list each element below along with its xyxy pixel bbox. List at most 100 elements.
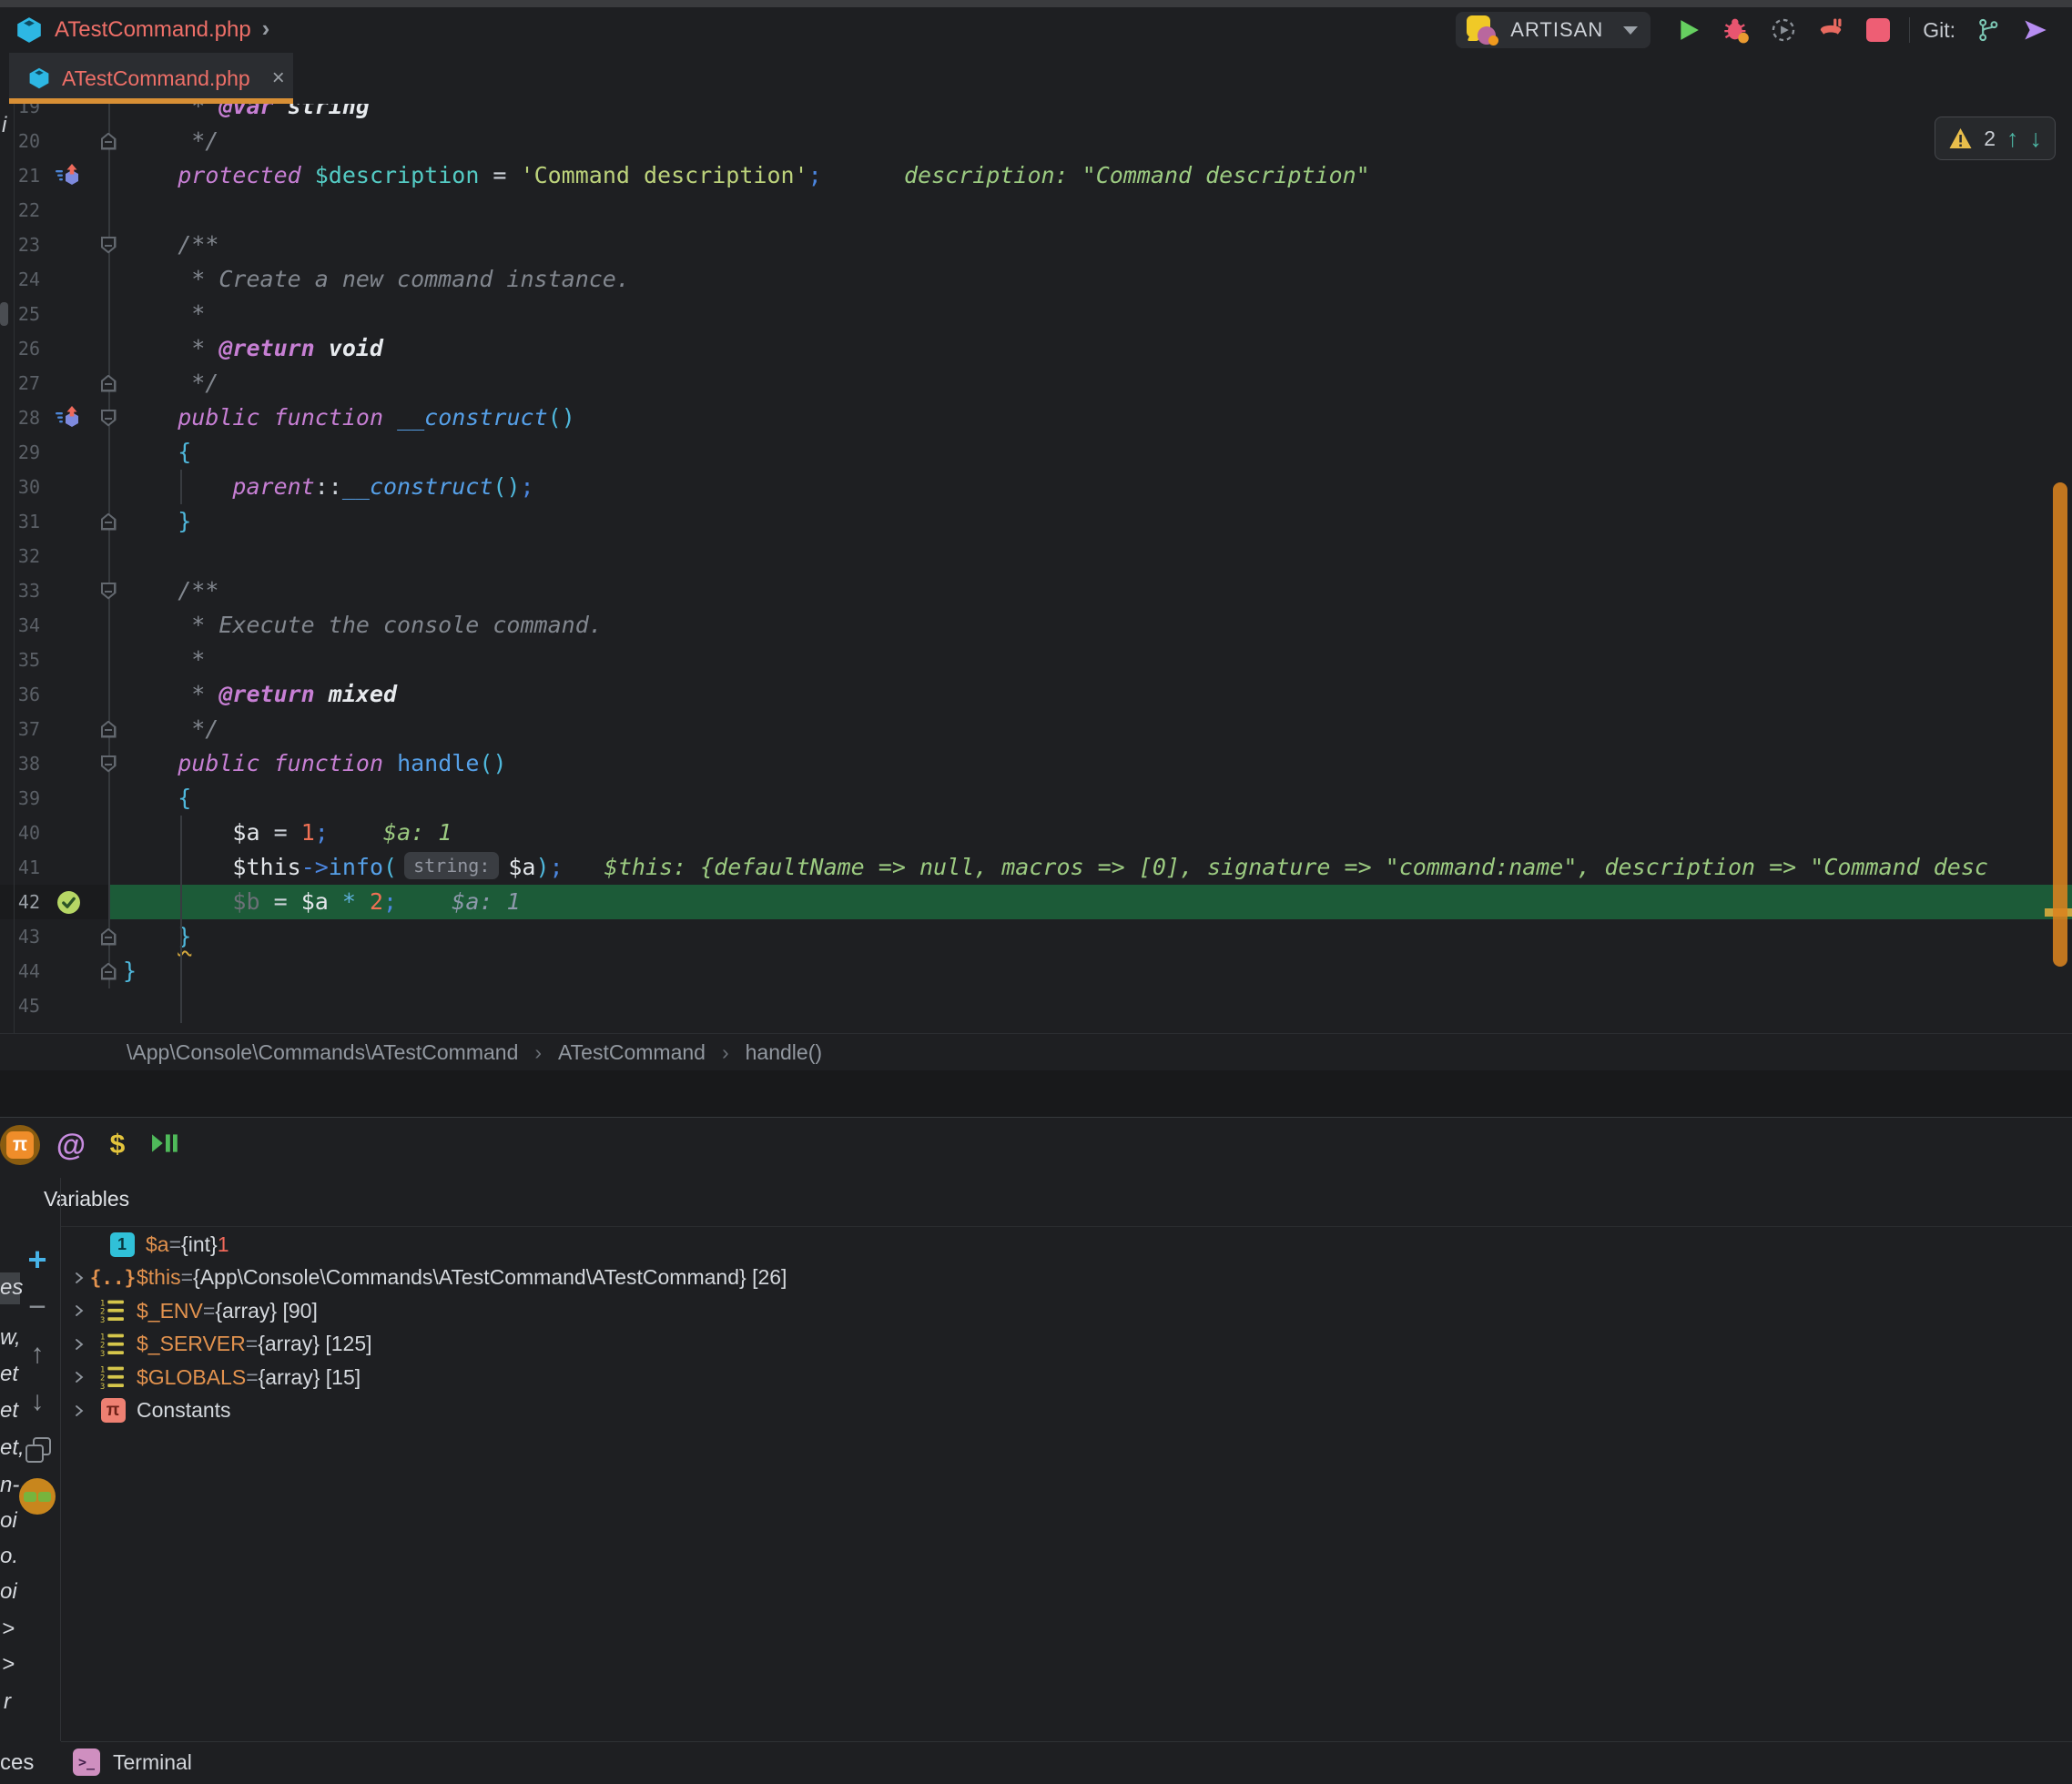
run-configuration-select[interactable]: ARTISAN (1456, 12, 1650, 48)
code-line[interactable]: 32 (0, 539, 2072, 573)
variable-row[interactable]: 1$a = {int} 1 (61, 1228, 2072, 1261)
push-commit-button[interactable] (2012, 12, 2059, 48)
code-line[interactable]: 22 (0, 193, 2072, 228)
breadcrumb-item[interactable]: handle() (746, 1040, 822, 1065)
code-line[interactable]: 35 * (0, 643, 2072, 677)
fold-marker-slot[interactable] (95, 746, 122, 781)
code-line[interactable]: 27 */ (0, 366, 2072, 400)
code-text[interactable]: } (123, 504, 2072, 539)
gutter-icon-slot[interactable] (51, 400, 86, 435)
code-text[interactable]: * @return mixed (123, 677, 2072, 712)
variable-row[interactable]: 123$_ENV = {array} [90] (61, 1294, 2072, 1327)
fold-marker-slot[interactable] (95, 712, 122, 746)
debug-button[interactable] (1712, 12, 1760, 48)
code-line[interactable]: 20 */ (0, 124, 2072, 158)
code-line[interactable]: 29 { (0, 435, 2072, 470)
show-watches-button[interactable] (15, 1473, 60, 1520)
code-text[interactable]: */ (123, 124, 2072, 158)
code-text[interactable]: $a = 1; $a: 1 (123, 816, 2072, 850)
chevron-right-icon[interactable] (72, 1404, 86, 1418)
at-filter-icon[interactable]: @ (47, 1128, 95, 1162)
code-text[interactable]: { (123, 781, 2072, 816)
code-text[interactable]: } (123, 919, 2072, 954)
scrollbar-thumb[interactable] (2053, 482, 2067, 967)
code-text[interactable]: */ (123, 712, 2072, 746)
chevron-right-icon[interactable] (72, 1271, 86, 1285)
variable-row[interactable]: πConstants (61, 1394, 2072, 1427)
tab-atestcommand[interactable]: ATestCommand.php × (9, 53, 293, 104)
code-line[interactable]: 26 * @return void (0, 331, 2072, 366)
phone-listen-debug-button[interactable] (1807, 12, 1854, 48)
laravel-gem-icon[interactable] (55, 162, 82, 189)
code-line[interactable]: 41 $this->info(string:$a); $this: {defau… (0, 850, 2072, 885)
code-line[interactable]: 21 protected $description = 'Command des… (0, 158, 2072, 193)
run-button[interactable] (1665, 12, 1712, 48)
code-line[interactable]: 40 $a = 1; $a: 1 (0, 816, 2072, 850)
code-line[interactable]: 38 public function handle() (0, 746, 2072, 781)
code-line[interactable]: 36 * @return mixed (0, 677, 2072, 712)
inspections-widget[interactable]: 2 ↑ ↓ (1935, 117, 2056, 160)
code-line[interactable]: 23 /** (0, 228, 2072, 262)
code-line[interactable]: 24 * Create a new command instance. (0, 262, 2072, 297)
breadcrumb-item[interactable]: ATestCommand (558, 1040, 706, 1065)
code-text[interactable]: */ (123, 366, 2072, 400)
code-text[interactable]: * (123, 297, 2072, 331)
code-text[interactable]: /** (123, 573, 2072, 608)
code-line[interactable]: 39 { (0, 781, 2072, 816)
variable-row[interactable]: 123$GLOBALS = {array} [15] (61, 1361, 2072, 1394)
code-text[interactable]: * @var string (123, 104, 2072, 124)
fold-marker-icon[interactable] (101, 410, 117, 427)
code-text[interactable]: parent::__construct(); (123, 470, 2072, 504)
expand-chevron-icon[interactable] (71, 1271, 87, 1285)
fold-marker-slot[interactable] (95, 228, 122, 262)
expand-chevron-icon[interactable] (71, 1404, 87, 1418)
code-text[interactable]: $this->info(string:$a); $this: {defaultN… (123, 850, 2072, 885)
fold-marker-slot[interactable] (95, 124, 122, 158)
fold-marker-slot[interactable] (95, 573, 122, 608)
fold-marker-icon[interactable] (101, 133, 117, 150)
stop-button[interactable] (1854, 12, 1902, 48)
code-line[interactable]: 42 $b = $a * 2; $a: 1 (0, 885, 2072, 919)
code-text[interactable]: $b = $a * 2; $a: 1 (123, 885, 2072, 919)
close-icon[interactable]: × (272, 66, 285, 91)
chevron-right-icon[interactable] (72, 1370, 86, 1384)
fold-marker-icon[interactable] (101, 375, 117, 392)
fold-marker-icon[interactable] (101, 513, 117, 531)
fold-marker-icon[interactable] (101, 928, 117, 946)
code-text[interactable]: * @return void (123, 331, 2072, 366)
code-text[interactable]: * Create a new command instance. (123, 262, 2072, 297)
code-line[interactable]: 34 * Execute the console command. (0, 608, 2072, 643)
code-line[interactable]: 31 } (0, 504, 2072, 539)
code-line[interactable]: 37 */ (0, 712, 2072, 746)
expand-chevron-icon[interactable] (71, 1337, 87, 1352)
code-text[interactable]: * (123, 643, 2072, 677)
fold-marker-icon[interactable] (101, 237, 117, 254)
prev-warning-arrow-icon[interactable]: ↑ (2006, 125, 2019, 153)
fold-marker-slot[interactable] (95, 919, 122, 954)
fold-marker-icon[interactable] (101, 583, 117, 600)
code-editor[interactable]: 19 * @var string20 */21 protected $descr… (0, 104, 2072, 1033)
fold-marker-slot[interactable] (95, 504, 122, 539)
code-text[interactable]: protected $description = 'Command descri… (123, 158, 2072, 193)
variable-row[interactable]: {..}$this = {App\Console\Commands\ATestC… (61, 1262, 2072, 1294)
dollar-filter-icon[interactable]: $ (95, 1130, 140, 1161)
variable-row[interactable]: 123$_SERVER = {array} [125] (61, 1328, 2072, 1361)
resume-pause-icon[interactable] (140, 1132, 191, 1159)
code-text[interactable]: { (123, 435, 2072, 470)
code-text[interactable]: * Execute the console command. (123, 608, 2072, 643)
php-pi-app-icon[interactable]: π (0, 1125, 40, 1165)
expand-chevron-icon[interactable] (71, 1303, 87, 1318)
code-text[interactable]: } (123, 954, 2072, 988)
breadcrumb-item[interactable]: \App\Console\Commands\ATestCommand (127, 1040, 518, 1065)
terminal-tool-button[interactable]: >_ Terminal (73, 1749, 192, 1776)
code-line[interactable]: 28 public function __construct() (0, 400, 2072, 435)
fold-marker-slot[interactable] (95, 954, 122, 988)
header-breadcrumb[interactable]: ATestCommand.php › (0, 15, 269, 45)
fold-marker-icon[interactable] (101, 963, 117, 980)
code-text[interactable]: /** (123, 228, 2072, 262)
expand-chevron-icon[interactable] (71, 1370, 87, 1384)
chevron-right-icon[interactable] (72, 1303, 86, 1318)
code-line[interactable]: 25 * (0, 297, 2072, 331)
chevron-right-icon[interactable] (72, 1337, 86, 1352)
gutter-icon-slot[interactable] (51, 158, 86, 193)
